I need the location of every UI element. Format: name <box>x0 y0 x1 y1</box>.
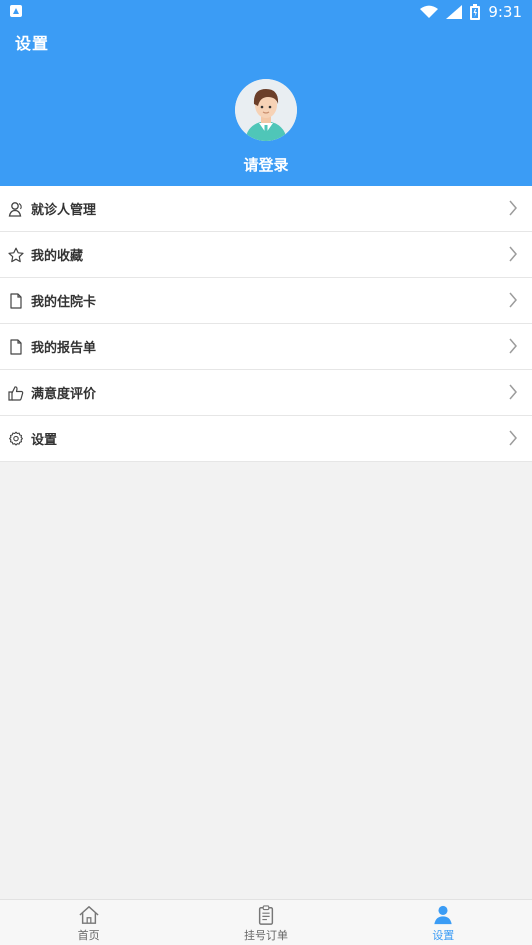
menu-item-patient-management[interactable]: 就诊人管理 <box>0 186 532 232</box>
clipboard-icon <box>258 905 274 925</box>
status-right: 9:31 <box>420 2 522 22</box>
login-link[interactable]: 请登录 <box>0 154 532 175</box>
chevron-right-icon <box>509 384 517 400</box>
chevron-right-icon <box>509 430 517 446</box>
bottom-navigation: 首页 挂号订单 设置 <box>0 899 532 945</box>
tab-label: 设置 <box>432 929 455 942</box>
menu-label: 就诊人管理 <box>31 203 97 218</box>
thumbs-up-icon <box>8 385 24 401</box>
user-icon <box>434 905 452 925</box>
document-icon <box>10 338 22 355</box>
menu-label: 设置 <box>31 433 58 448</box>
signal-icon <box>446 5 463 19</box>
menu-label: 满意度评价 <box>31 387 97 402</box>
menu-label: 我的收藏 <box>31 249 84 264</box>
menu-item-favorites[interactable]: 我的收藏 <box>0 232 532 278</box>
avatar-illustration <box>235 79 297 141</box>
page-title: 设置 <box>15 34 50 53</box>
star-icon <box>8 247 24 262</box>
status-time: 9:31 <box>488 3 522 21</box>
profile-header: 设置 请登录 <box>0 24 532 186</box>
tab-appointment-orders[interactable]: 挂号订单 <box>177 900 354 945</box>
document-icon <box>10 292 22 309</box>
notification-icon <box>10 5 22 17</box>
tab-label: 首页 <box>77 929 100 942</box>
home-icon <box>79 906 99 924</box>
patient-icon <box>8 201 22 217</box>
chevron-right-icon <box>509 200 517 216</box>
avatar[interactable] <box>235 79 297 141</box>
tab-settings[interactable]: 设置 <box>355 900 532 945</box>
menu-item-settings[interactable]: 设置 <box>0 416 532 462</box>
menu-item-satisfaction[interactable]: 满意度评价 <box>0 370 532 416</box>
status-bar: 9:31 <box>0 0 532 24</box>
menu-item-reports[interactable]: 我的报告单 <box>0 324 532 370</box>
gear-icon <box>9 431 23 446</box>
wifi-icon <box>420 5 439 18</box>
tab-label: 挂号订单 <box>243 929 288 942</box>
chevron-right-icon <box>509 246 517 262</box>
tab-home[interactable]: 首页 <box>0 900 177 945</box>
menu-item-inpatient-card[interactable]: 我的住院卡 <box>0 278 532 324</box>
menu-label: 我的报告单 <box>31 341 97 356</box>
battery-icon <box>470 4 481 20</box>
chevron-right-icon <box>509 292 517 308</box>
settings-menu: 就诊人管理 我的收藏 我的住院卡 我的报告单 满意度评价 设置 <box>0 186 532 462</box>
chevron-right-icon <box>509 338 517 354</box>
menu-label: 我的住院卡 <box>31 295 97 310</box>
